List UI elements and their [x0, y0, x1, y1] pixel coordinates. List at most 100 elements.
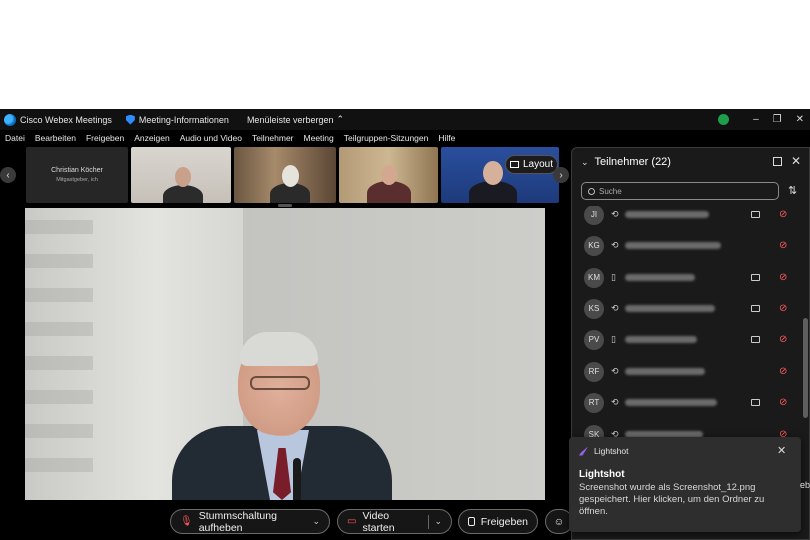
sync-icon: ⟲: [611, 366, 619, 376]
shield-icon: [125, 114, 135, 125]
webex-window: Cisco Webex Meetings Meeting-Information…: [0, 109, 810, 540]
menu-teilgruppen[interactable]: Teilgruppen-Sitzungen: [344, 133, 429, 143]
search-input[interactable]: Suche: [581, 182, 779, 200]
popout-icon[interactable]: [773, 157, 782, 166]
status-icon[interactable]: [718, 114, 730, 125]
avatar: RT: [584, 392, 604, 413]
app-title: Cisco Webex Meetings: [20, 114, 112, 125]
lightshot-notification[interactable]: Lightshot ✕ Lightshot Screenshot wurde a…: [569, 437, 801, 532]
sync-icon: ⟲: [611, 303, 619, 313]
mobile-icon: ▯: [611, 272, 616, 282]
mic-muted-icon[interactable]: ⊘: [779, 209, 787, 220]
mic-muted-icon[interactable]: ⊘: [779, 303, 787, 314]
camera-icon: [751, 399, 760, 406]
camera-icon: [751, 274, 760, 281]
thumbs-prev-button[interactable]: ‹: [0, 167, 16, 183]
layout-label: Layout: [522, 159, 554, 170]
minimize-button[interactable]: –: [753, 114, 759, 125]
participant-video-tile[interactable]: [339, 147, 438, 203]
layout-button[interactable]: Layout: [505, 155, 558, 174]
chevron-up-icon: ⌃: [336, 114, 345, 124]
panel-scrollbar[interactable]: [803, 318, 808, 418]
menu-anzeigen[interactable]: Anzeigen: [134, 133, 169, 143]
menu-hilfe[interactable]: Hilfe: [438, 133, 455, 143]
unmute-label: Stummschaltung aufheben: [198, 509, 277, 534]
blank-top-area: [0, 0, 810, 109]
sync-icon: ⟲: [611, 397, 619, 407]
avatar: RF: [584, 361, 604, 382]
video-wall-stripe: [25, 322, 93, 336]
video-person: [163, 185, 203, 203]
avatar: KS: [584, 298, 604, 319]
share-button[interactable]: Freigeben: [458, 509, 538, 534]
avatar: PV: [584, 329, 604, 350]
toast-title: Lightshot: [579, 469, 625, 480]
mic-muted-icon[interactable]: ⊘: [779, 272, 787, 283]
participant-video-tile[interactable]: [131, 147, 231, 203]
menu-datei[interactable]: Datei: [5, 133, 25, 143]
hide-menu-button[interactable]: Menüleiste verbergen ⌃: [247, 114, 344, 125]
start-video-label: Video starten: [362, 509, 395, 534]
video-wall-stripe: [25, 220, 93, 234]
list-item[interactable]: KM ▯ ⊘: [572, 262, 804, 293]
self-name: Christian Köcher: [51, 167, 103, 174]
mic-muted-icon[interactable]: ⊘: [779, 240, 787, 251]
mobile-icon: ▯: [611, 334, 616, 344]
mic-muted-icon[interactable]: ⊘: [779, 366, 787, 377]
participant-video-tile[interactable]: [234, 147, 336, 203]
list-item[interactable]: KS ⟲ ⊘: [572, 293, 804, 324]
hide-menu-label: Menüleiste verbergen: [246, 114, 334, 125]
webex-logo-icon: [4, 113, 16, 126]
toast-message[interactable]: Screenshot wurde als Screenshot_12.png g…: [579, 482, 784, 518]
avatar: KG: [584, 235, 604, 256]
list-item[interactable]: RF ⟲ ⊘: [572, 356, 804, 387]
list-item[interactable]: KG ⟲ ⊘: [572, 230, 804, 261]
video-wall-stripe: [25, 288, 93, 302]
meeting-info-button[interactable]: Meeting-Informationen: [139, 115, 229, 125]
thumbs-next-button[interactable]: ›: [553, 167, 569, 183]
list-item[interactable]: PV ▯ ⊘: [572, 324, 804, 355]
search-placeholder: Suche: [599, 186, 622, 196]
sort-icon[interactable]: ⇅: [788, 184, 797, 197]
video-head: [483, 161, 503, 185]
mic-muted-icon[interactable]: ⊘: [779, 334, 787, 345]
unmute-button[interactable]: 🎙 Stummschaltung aufheben ⌄: [170, 509, 330, 534]
thumbs-resize-handle[interactable]: [278, 204, 292, 207]
video-head: [175, 167, 191, 187]
restore-button[interactable]: ❐: [773, 114, 782, 125]
list-item[interactable]: RT ⟲ ⊘: [572, 387, 804, 418]
chevron-left-icon: ‹: [6, 169, 10, 181]
start-video-button[interactable]: ▭ Video starten ⌄: [337, 509, 452, 534]
share-icon: [468, 517, 475, 526]
chevron-down-icon[interactable]: ⌄: [434, 516, 442, 527]
menu-freigeben[interactable]: Freigeben: [86, 133, 124, 143]
menu-audio-video[interactable]: Audio und Video: [180, 133, 242, 143]
close-panel-icon[interactable]: ✕: [791, 154, 801, 168]
lightshot-feather-icon: [579, 446, 588, 456]
toast-close-button[interactable]: ✕: [777, 444, 786, 457]
blurred-name: [625, 336, 697, 343]
video-head: [381, 165, 397, 185]
menu-meeting[interactable]: Meeting: [304, 133, 334, 143]
blurred-name: [625, 242, 721, 249]
menu-bar: Datei Bearbeiten Freigeben Anzeigen Audi…: [0, 130, 570, 146]
chevron-down-icon[interactable]: ⌄: [581, 157, 589, 168]
menu-bearbeiten[interactable]: Bearbeiten: [35, 133, 76, 143]
layout-icon: [509, 161, 519, 168]
list-item[interactable]: JI ⟲ ⊘: [572, 206, 804, 230]
blurred-name: [625, 274, 695, 281]
menu-teilnehmer[interactable]: Teilnehmer: [252, 133, 294, 143]
active-speaker-video[interactable]: [25, 208, 545, 500]
video-wall-stripe: [25, 424, 93, 438]
smiley-icon: ☺: [553, 515, 565, 528]
camera-icon: [751, 211, 760, 218]
toast-header: Lightshot: [579, 446, 629, 456]
avatar: KM: [584, 267, 604, 288]
self-video-tile[interactable]: Christian Köcher Mitgastgeber, ich: [26, 147, 128, 203]
chevron-down-icon[interactable]: ⌄: [312, 516, 320, 527]
title-bar: Cisco Webex Meetings Meeting-Information…: [0, 109, 810, 130]
camera-icon: [751, 305, 760, 312]
video-wall-stripe: [25, 254, 93, 268]
close-window-button[interactable]: ✕: [796, 114, 804, 125]
mic-muted-icon[interactable]: ⊘: [779, 397, 787, 408]
